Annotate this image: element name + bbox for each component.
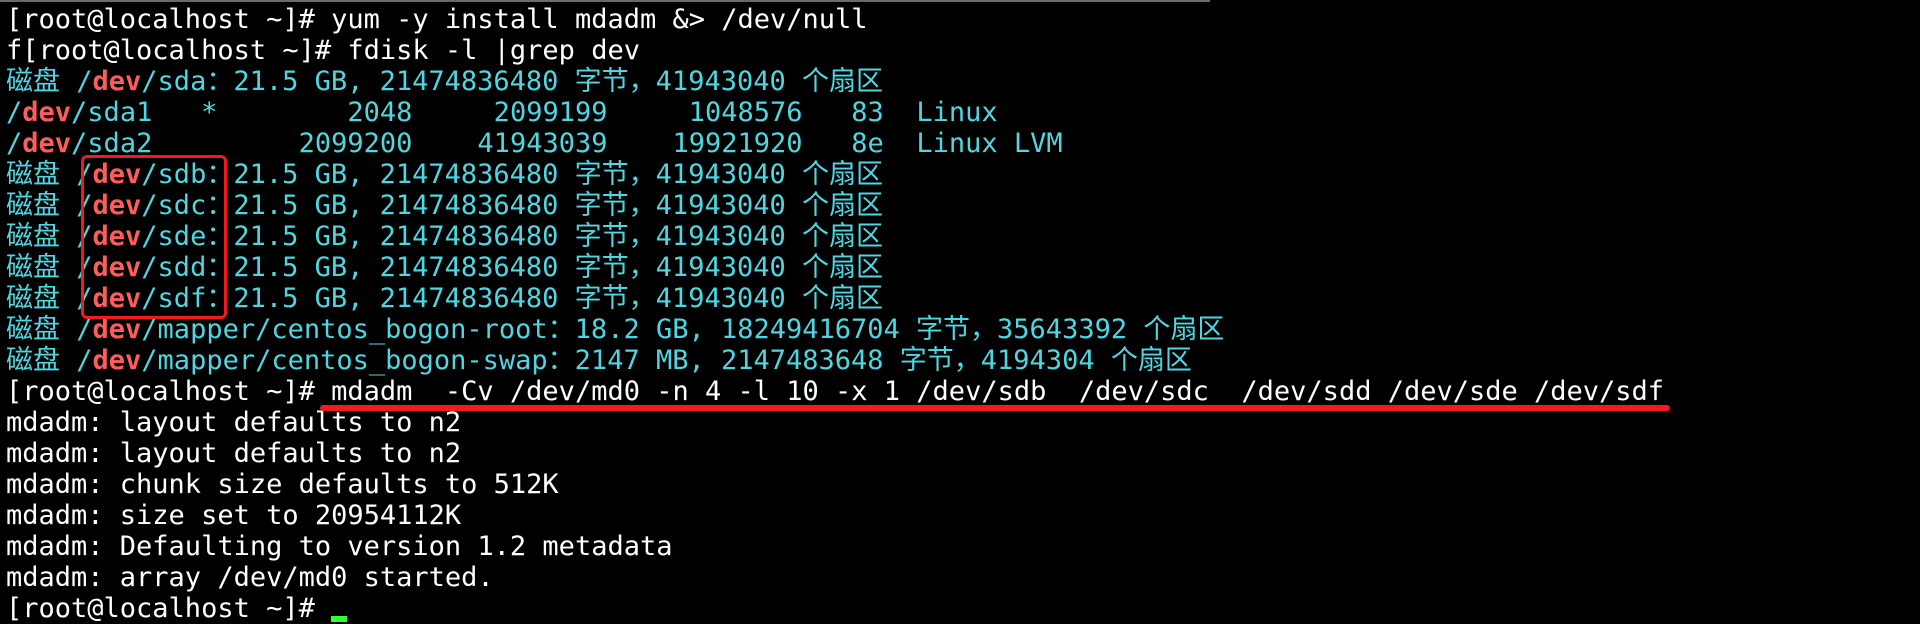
terminal-line: mdadm: Defaulting to version 1.2 metadat… [6,531,1920,562]
terminal-line: 磁盘 / dev/sdc：21.5 GB, 21474836480 字节，4194… [6,190,1920,221]
terminal-text: / [6,97,23,128]
dev-annotation-box [81,155,227,319]
terminal-text: mdadm: array /dev/md0 started. [6,562,494,593]
terminal-text: /mapper/centos_bogon-root：18.2 GB, 18249… [141,314,1225,345]
terminal-text: [root@localhost ~]# mdadm -Cv /dev/md0 -… [6,376,1665,407]
terminal-text: 磁盘 / [6,190,93,221]
dev-path-highlight: dev [92,345,142,376]
terminal-line: [root@localhost ~]# [6,593,1920,624]
terminal-text: 磁盘 / [6,314,93,345]
terminal-line: / dev/sda2 2099200 41943039 19921920 8e L… [6,128,1920,159]
terminal-line: 磁盘 / dev/mapper/centos_bogon-swap：2147 MB… [6,345,1920,376]
terminal-line: f[root@localhost ~]# fdisk -l |grep dev [6,35,1920,66]
dev-path-highlight: dev [22,128,72,159]
terminal-text: f[root@localhost ~]# fdisk -l |grep dev [6,35,640,66]
terminal-window[interactable]: [root@localhost ~]# yum -y install mdadm… [0,0,1920,624]
terminal-text: /sdc：21.5 GB, 21474836480 字节，41943040 个扇… [141,190,883,221]
terminal-text: mdadm: Defaulting to version 1.2 metadat… [6,531,673,562]
terminal-text: 磁盘 / [6,283,93,314]
terminal-line: 磁盘 / dev/sdf：21.5 GB, 21474836480 字节，4194… [6,283,1920,314]
terminal-text: /sde：21.5 GB, 21474836480 字节，41943040 个扇… [141,221,883,252]
terminal-line: mdadm: chunk size defaults to 512K [6,469,1920,500]
terminal-line: 磁盘 / dev/sde：21.5 GB, 21474836480 字节，4194… [6,221,1920,252]
terminal-text: mdadm: size set to 20954112K [6,500,462,531]
terminal-text: [root@localhost ~]# yum -y install mdadm… [6,4,868,35]
command-annotation-underline [320,405,1670,411]
terminal-text: [root@localhost ~]# [6,593,332,624]
terminal-text: 磁盘 / [6,66,93,97]
dev-path-highlight: dev [22,97,72,128]
top-divider [0,0,1210,2]
terminal-line: [root@localhost ~]# yum -y install mdadm… [6,4,1920,35]
terminal-text: 磁盘 / [6,221,93,252]
terminal-text: mdadm: layout defaults to n2 [6,407,462,438]
terminal-text: / [6,128,23,159]
terminal-output: [root@localhost ~]# yum -y install mdadm… [6,4,1920,624]
terminal-text: /sdb：21.5 GB, 21474836480 字节，41943040 个扇… [141,159,883,190]
terminal-line: mdadm: array /dev/md0 started. [6,562,1920,593]
terminal-text: 磁盘 / [6,252,93,283]
terminal-text: 磁盘 / [6,345,93,376]
terminal-line: 磁盘 / dev/sdb：21.5 GB, 21474836480 字节，4194… [6,159,1920,190]
terminal-line: mdadm: layout defaults to n2 [6,407,1920,438]
terminal-line: 磁盘 / dev/mapper/centos_bogon-root：18.2 GB… [6,314,1920,345]
terminal-line: 磁盘 / dev/sda：21.5 GB, 21474836480 字节，4194… [6,66,1920,97]
terminal-text: /mapper/centos_bogon-swap：2147 MB, 21474… [141,345,1192,376]
terminal-line: mdadm: layout defaults to n2 [6,438,1920,469]
dev-path-highlight: dev [92,66,142,97]
terminal-line: / dev/sda1 * 2048 2099199 1048576 83 Linu… [6,97,1920,128]
terminal-line: [root@localhost ~]# mdadm -Cv /dev/md0 -… [6,376,1920,407]
terminal-text: mdadm: chunk size defaults to 512K [6,469,559,500]
terminal-line: 磁盘 / dev/sdd：21.5 GB, 21474836480 字节，4194… [6,252,1920,283]
terminal-text: 磁盘 / [6,159,93,190]
cursor-block [331,616,348,622]
terminal-text: /sdf：21.5 GB, 21474836480 字节，41943040 个扇… [141,283,883,314]
terminal-line: mdadm: size set to 20954112K [6,500,1920,531]
terminal-text: /sda1 * 2048 2099199 1048576 83 Linux [71,97,998,128]
terminal-text: mdadm: layout defaults to n2 [6,438,462,469]
terminal-text: /sdd：21.5 GB, 21474836480 字节，41943040 个扇… [141,252,883,283]
terminal-text: /sda：21.5 GB, 21474836480 字节，41943040 个扇… [141,66,883,97]
